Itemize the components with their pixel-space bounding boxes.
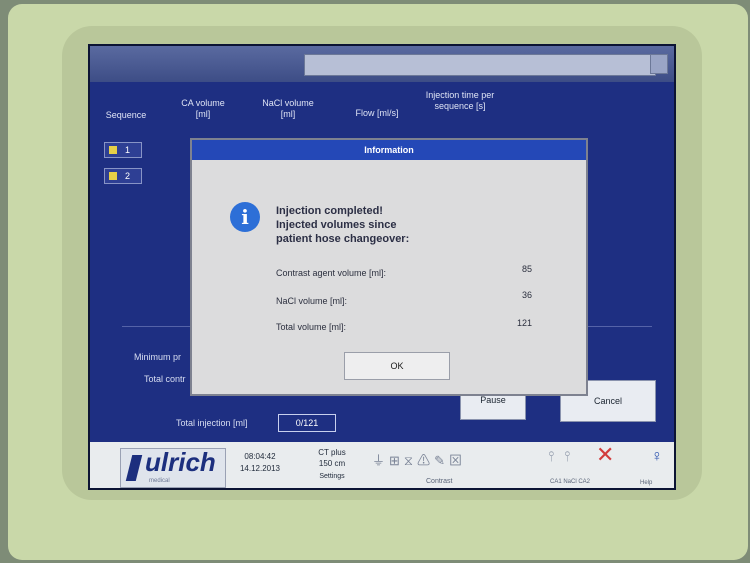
message-line-2: Injected volumes since	[276, 219, 397, 231]
mode-line-2[interactable]: 150 cm	[300, 459, 364, 469]
contrast-toolbar[interactable]: ⏚⊞⧖⚠✎⊠	[372, 450, 530, 476]
nacl-volume-label: NaCl volume [ml]:	[276, 296, 348, 306]
status-icons: ⫯ ⫯	[548, 448, 630, 476]
contrast-volume-value: 85	[521, 264, 532, 274]
window-close-button[interactable]	[650, 54, 668, 74]
ca1-syringe-icon: ⫯	[548, 448, 555, 464]
sequence-indicator-icon	[109, 172, 117, 180]
status-footer: ulrich medical 08:04:42 14.12.2013 CT pl…	[90, 442, 674, 488]
title-field	[304, 54, 656, 76]
sequence-number: 1	[125, 145, 131, 155]
col-header-nacl-volume: NaCl volume [ml]	[262, 98, 314, 119]
warning-icon[interactable]: ⚠	[417, 453, 434, 468]
col-header-injection-time: Injection time per sequence [s]	[425, 90, 495, 111]
dialog-message: Injection completed! Injected volumes si…	[276, 204, 546, 246]
contrast-volume-label: Contrast agent volume [ml]:	[276, 268, 387, 278]
total-injection-label: Total injection [ml]	[176, 418, 248, 428]
sequence-row-1[interactable]: 1	[104, 142, 142, 158]
col-header-flow: Flow [ml/s]	[355, 108, 399, 118]
sequence-row-2[interactable]: 2	[104, 168, 142, 184]
clock-date: 14.12.2013	[239, 464, 281, 473]
message-line-3: patient hose changeover:	[276, 233, 410, 245]
logo-mark-icon	[125, 455, 143, 481]
settings-label: Settings	[319, 473, 345, 480]
pen-icon[interactable]: ✎	[434, 453, 449, 468]
ok-button[interactable]: OK	[344, 352, 450, 380]
info-icon: i	[230, 202, 260, 232]
total-injection-value: 0/121	[278, 414, 336, 432]
total-volume-label: Total volume [ml]:	[276, 322, 347, 332]
clock-time: 08:04:42	[244, 452, 276, 461]
total-volume-value: 121	[516, 318, 532, 328]
col-header-ca-volume: CA volume [ml]	[181, 98, 225, 119]
help-label: Help	[640, 480, 653, 486]
help-icon[interactable]: ♀	[642, 448, 672, 478]
ulrich-logo: ulrich medical	[120, 447, 226, 488]
col-header-sequence: Sequence	[105, 110, 147, 120]
information-dialog: Information i Injection completed! Injec…	[190, 138, 588, 396]
mode-line-1[interactable]: CT plus	[300, 448, 364, 458]
contrast-label: Contrast	[426, 478, 453, 485]
sequence-indicator-icon	[109, 146, 117, 154]
sequence-number: 2	[125, 171, 131, 181]
title-bar	[90, 46, 674, 82]
syringe-icon[interactable]: ⊞	[389, 453, 404, 468]
status-label: CA1 NaCl CA2	[550, 479, 591, 485]
injector-icon[interactable]: ⏚	[372, 453, 389, 468]
logo-subtext: medical	[149, 478, 170, 484]
message-line-1: Injection completed!	[276, 205, 383, 217]
ca2-unavailable-icon: ✕	[596, 442, 615, 467]
nacl-syringe-icon: ⫯	[563, 448, 571, 464]
minimum-label: Minimum pr	[134, 352, 182, 362]
hourglass-icon[interactable]: ⧖	[404, 453, 417, 468]
total-contrast-label: Total contr	[144, 374, 186, 384]
nacl-volume-value: 36	[521, 290, 532, 300]
dialog-title: Information	[192, 140, 586, 160]
logo-text: ulrich	[145, 447, 216, 477]
lock-icon[interactable]: ⊠	[449, 453, 466, 468]
